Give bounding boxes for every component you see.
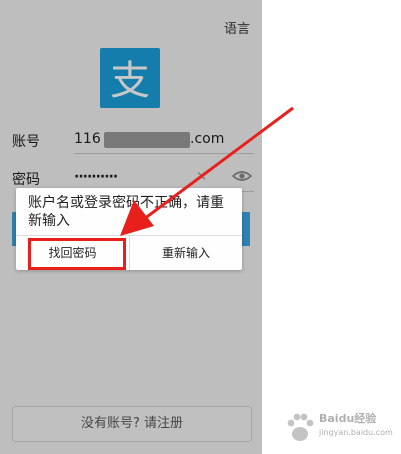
baidu-watermark: Baidu经验 jingyan.baidu.com	[285, 404, 397, 450]
watermark-url: jingyan.baidu.com	[319, 428, 393, 437]
paw-icon	[287, 413, 314, 441]
watermark-text: Baidu经验	[319, 412, 377, 425]
annotation-arrow-icon	[120, 106, 294, 236]
